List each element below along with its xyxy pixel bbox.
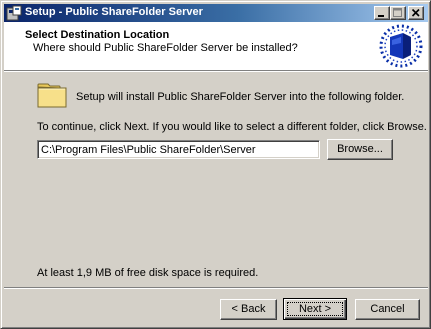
close-button[interactable]	[408, 6, 424, 20]
window-title: Setup - Public ShareFolder Server	[25, 6, 203, 18]
destination-path-input[interactable]	[37, 140, 320, 159]
minimize-button[interactable]	[374, 6, 390, 20]
minimize-icon	[378, 15, 384, 17]
folder-icon	[37, 81, 69, 109]
maximize-button[interactable]	[390, 6, 406, 20]
install-message: Setup will install Public ShareFolder Se…	[76, 91, 405, 103]
back-button-label: < Back	[231, 303, 266, 315]
maximize-icon	[393, 8, 402, 17]
disk-space-message: At least 1,9 MB of free disk space is re…	[37, 267, 259, 279]
next-button[interactable]: Next >	[283, 298, 347, 320]
header-separator	[4, 70, 428, 72]
setup-app-icon[interactable]	[6, 5, 22, 21]
continue-message: To continue, click Next. If you would li…	[37, 121, 427, 133]
cancel-button[interactable]: Cancel	[355, 299, 420, 320]
wizard-logo-icon	[378, 23, 424, 69]
browse-button-label: Browse...	[337, 143, 383, 155]
page-title: Select Destination Location	[25, 29, 170, 41]
browse-button[interactable]: Browse...	[327, 139, 393, 160]
page-subtitle: Where should Public ShareFolder Server b…	[33, 42, 298, 54]
cancel-button-label: Cancel	[370, 303, 405, 315]
footer-separator	[4, 287, 428, 289]
wizard-header: Select Destination Location Where should…	[4, 22, 428, 70]
next-button-label: Next >	[298, 302, 332, 315]
back-button[interactable]: < Back	[220, 299, 277, 320]
setup-window: Setup - Public ShareFolder Server Select…	[0, 0, 431, 329]
close-icon	[411, 8, 420, 17]
title-bar[interactable]: Setup - Public ShareFolder Server	[4, 4, 428, 22]
